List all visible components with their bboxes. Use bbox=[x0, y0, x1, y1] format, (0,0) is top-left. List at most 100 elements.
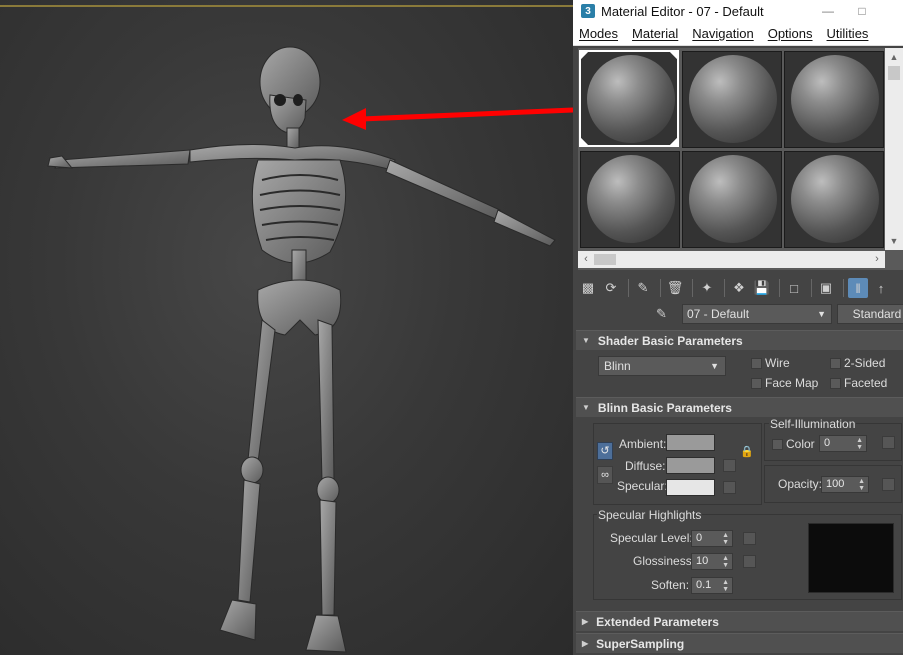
sample-slot-4[interactable] bbox=[580, 151, 680, 248]
sample-slot-2[interactable] bbox=[682, 51, 782, 148]
opacity-value: 100 bbox=[826, 478, 845, 490]
opacity-map-button[interactable] bbox=[882, 478, 895, 491]
specular-highlights-title: Specular Highlights bbox=[597, 508, 703, 522]
eyedropper-icon[interactable]: ✎ bbox=[656, 306, 667, 322]
menu-material[interactable]: Material bbox=[632, 26, 678, 41]
specular-level-label: Specular Level: bbox=[610, 531, 693, 545]
spinner-arrows-icon[interactable]: ▲ ▼ bbox=[858, 477, 865, 492]
wire-label: Wire bbox=[765, 356, 790, 370]
window-title: Material Editor - 07 - Default bbox=[601, 3, 764, 19]
lock-icon[interactable]: 🔒 bbox=[739, 444, 755, 462]
chevron-down-icon: ▼ bbox=[710, 361, 719, 371]
wire-checkbox[interactable]: Wire bbox=[751, 356, 790, 370]
spinner-arrows-icon[interactable]: ▲ ▼ bbox=[722, 578, 729, 593]
glossiness-value: 10 bbox=[696, 555, 709, 567]
expand-icon: ▶ bbox=[582, 617, 589, 626]
scroll-left-icon[interactable]: ‹ bbox=[578, 251, 594, 268]
link-icon[interactable]: ∞ bbox=[597, 466, 613, 484]
title-bar: 3 Material Editor - 07 - Default — □ bbox=[573, 0, 903, 22]
extended-parameters-header[interactable]: ▶ Extended Parameters bbox=[576, 611, 903, 631]
self-illumination-title: Self-Illumination bbox=[769, 417, 857, 431]
menu-modes[interactable]: Modes bbox=[579, 26, 618, 41]
minimize-icon[interactable]: — bbox=[819, 2, 837, 20]
shader-type-dropdown[interactable]: Blinn ▼ bbox=[598, 356, 726, 376]
save-library-icon[interactable]: 💾 bbox=[752, 278, 772, 298]
menu-utilities[interactable]: Utilities bbox=[827, 26, 869, 41]
spinner-arrows-icon[interactable]: ▲ ▼ bbox=[856, 436, 863, 451]
show-in-viewport-icon[interactable]: ▣ bbox=[816, 278, 836, 298]
material-toolbar: ▩ ⟳ ✎ 🗑 ✦ ❖ 💾 □ ▣ ‖ ↑ bbox=[578, 276, 903, 300]
sample-slot-1[interactable] bbox=[579, 50, 679, 147]
self-illum-value: 0 bbox=[824, 437, 831, 449]
collapse-icon: ▼ bbox=[582, 403, 590, 412]
soften-label: Soften: bbox=[651, 578, 690, 592]
scroll-down-icon[interactable]: ▼ bbox=[885, 232, 903, 250]
assign-to-selection-icon[interactable]: ✎ bbox=[633, 278, 653, 298]
opacity-label: Opacity: bbox=[778, 477, 823, 491]
sample-slot-5[interactable] bbox=[682, 151, 782, 248]
material-id-icon[interactable]: ❖ bbox=[729, 278, 749, 298]
extended-parameters-rollout: ▶ Extended Parameters bbox=[576, 611, 903, 632]
face-map-checkbox[interactable]: Face Map bbox=[751, 376, 818, 390]
ambient-color-swatch[interactable] bbox=[666, 434, 715, 451]
supersampling-title: SuperSampling bbox=[596, 636, 685, 651]
scroll-thumb[interactable] bbox=[888, 66, 900, 80]
specular-color-swatch[interactable] bbox=[666, 479, 715, 496]
glossiness-spinner[interactable]: 10 ▲ ▼ bbox=[691, 553, 733, 570]
get-material-icon[interactable]: ▩ bbox=[578, 278, 598, 298]
two-sided-checkbox[interactable]: 2-Sided bbox=[830, 356, 885, 370]
ambient-label: Ambient: bbox=[619, 437, 667, 451]
shader-type-value: Blinn bbox=[604, 359, 631, 373]
material-type-button[interactable]: Standard bbox=[837, 304, 903, 324]
put-to-scene-icon[interactable]: ⟳ bbox=[601, 278, 621, 298]
self-illum-map-button[interactable] bbox=[882, 436, 895, 449]
face-map-label: Face Map bbox=[765, 376, 819, 390]
menu-bar: Modes Material Navigation Options Utilit… bbox=[573, 22, 903, 46]
scroll-up-icon[interactable]: ▲ bbox=[885, 48, 903, 66]
slots-horizontal-scrollbar[interactable]: ‹ › bbox=[578, 251, 885, 268]
app-icon: 3 bbox=[581, 4, 595, 18]
faceted-label: Faceted bbox=[844, 376, 888, 390]
sample-slot-3[interactable] bbox=[784, 51, 884, 148]
spinner-arrows-icon[interactable]: ▲ ▼ bbox=[722, 531, 729, 546]
blinn-basic-header[interactable]: ▼ Blinn Basic Parameters bbox=[576, 397, 903, 417]
supersampling-header[interactable]: ▶ SuperSampling bbox=[576, 633, 903, 653]
collapse-icon: ▼ bbox=[582, 336, 590, 345]
highlight-curve-preview bbox=[808, 523, 894, 593]
spinner-arrows-icon[interactable]: ▲ ▼ bbox=[722, 554, 729, 569]
specular-level-spinner[interactable]: 0 ▲ ▼ bbox=[691, 530, 733, 547]
opacity-spinner[interactable]: 100 ▲ ▼ bbox=[821, 476, 869, 493]
diffuse-map-button[interactable] bbox=[723, 459, 736, 472]
glossiness-label: Glossiness: bbox=[633, 554, 696, 568]
glossiness-map-button[interactable] bbox=[743, 555, 756, 568]
slots-vertical-scrollbar[interactable]: ▲ ▼ bbox=[885, 48, 903, 250]
specular-level-value: 0 bbox=[696, 532, 703, 544]
skeleton-model[interactable] bbox=[0, 0, 573, 655]
menu-navigation[interactable]: Navigation bbox=[692, 26, 753, 41]
blinn-basic-title: Blinn Basic Parameters bbox=[597, 400, 732, 415]
sample-slot-6[interactable] bbox=[784, 151, 884, 248]
material-name-row: ✎ 07 - Default ▼ Standard bbox=[578, 303, 903, 325]
soften-spinner[interactable]: 0.1 ▲ ▼ bbox=[691, 577, 733, 594]
scroll-thumb-horizontal[interactable] bbox=[594, 254, 616, 265]
go-to-parent-icon[interactable]: ↑ bbox=[871, 278, 891, 298]
delete-icon[interactable]: 🗑 bbox=[665, 278, 685, 298]
shader-basic-header[interactable]: ▼ Shader Basic Parameters bbox=[576, 330, 903, 350]
soften-value: 0.1 bbox=[696, 579, 712, 591]
expand-icon: ▶ bbox=[582, 639, 589, 648]
show-end-result-icon[interactable]: ‖ bbox=[848, 278, 868, 298]
effects-channel-icon[interactable]: □ bbox=[784, 278, 804, 298]
make-unique-icon[interactable]: ✦ bbox=[697, 278, 717, 298]
self-illum-color-checkbox[interactable]: Color bbox=[772, 437, 815, 451]
faceted-checkbox[interactable]: Faceted bbox=[830, 376, 887, 390]
viewport[interactable] bbox=[0, 0, 573, 655]
specular-map-button[interactable] bbox=[723, 481, 736, 494]
scroll-right-icon[interactable]: › bbox=[869, 251, 885, 268]
lock-ambient-diffuse-icon[interactable]: ↺ bbox=[597, 442, 613, 460]
material-name-field[interactable]: 07 - Default ▼ bbox=[682, 304, 832, 324]
specular-level-map-button[interactable] bbox=[743, 532, 756, 545]
diffuse-color-swatch[interactable] bbox=[666, 457, 715, 474]
maximize-icon[interactable]: □ bbox=[853, 2, 871, 20]
menu-options[interactable]: Options bbox=[768, 26, 813, 41]
self-illum-spinner[interactable]: 0 ▲ ▼ bbox=[819, 435, 867, 452]
